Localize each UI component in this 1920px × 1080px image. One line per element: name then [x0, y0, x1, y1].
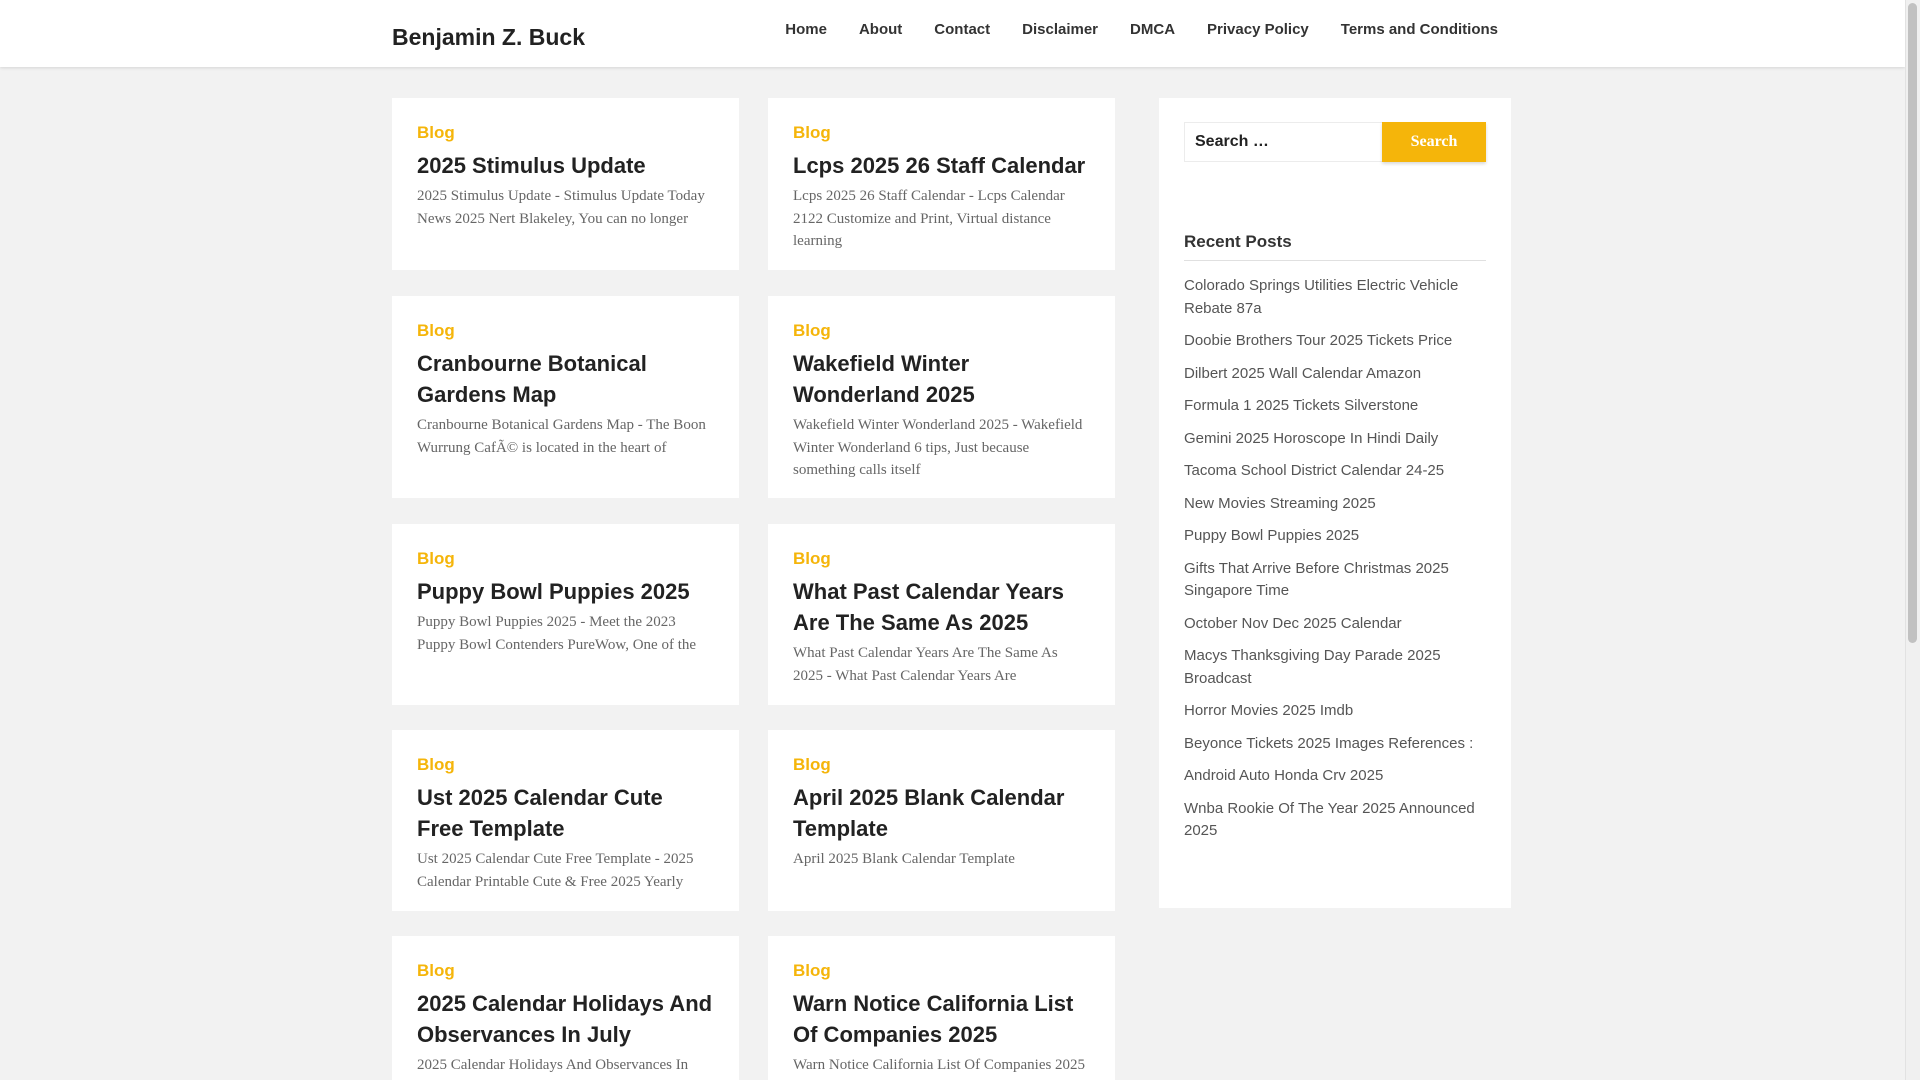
- list-item: Colorado Springs Utilities Electric Vehi…: [1184, 275, 1486, 320]
- recent-post-link[interactable]: Gemini 2025 Horoscope In Hindi Daily: [1184, 430, 1438, 447]
- list-item: Android Auto Honda Crv 2025: [1184, 765, 1486, 788]
- post-title[interactable]: Puppy Bowl Puppies 2025: [417, 576, 714, 607]
- post-excerpt: Lcps 2025 26 Staff Calendar - Lcps Calen…: [793, 188, 1065, 249]
- post-title[interactable]: Warn Notice California List Of Companies…: [793, 988, 1090, 1050]
- nav-privacy-policy[interactable]: Privacy Policy: [1191, 20, 1325, 40]
- post-category[interactable]: Blog: [417, 960, 714, 982]
- post-title[interactable]: Wakefield Winter Wonderland 2025: [793, 348, 1090, 410]
- post-excerpt: April 2025 Blank Calendar Template: [793, 851, 1015, 867]
- nav-home[interactable]: Home: [769, 20, 843, 40]
- nav-contact[interactable]: Contact: [918, 20, 1006, 40]
- nav-disclaimer[interactable]: Disclaimer: [1006, 20, 1114, 40]
- post-card: Blog Ust 2025 Calendar Cute Free Templat…: [392, 730, 739, 911]
- search-button[interactable]: Search: [1382, 122, 1486, 162]
- scrollbar-thumb[interactable]: [1908, 3, 1917, 643]
- list-item: New Movies Streaming 2025: [1184, 493, 1486, 516]
- search-input[interactable]: [1184, 122, 1382, 162]
- post-card: Blog Puppy Bowl Puppies 2025 Puppy Bowl …: [392, 524, 739, 705]
- post-excerpt: Puppy Bowl Puppies 2025 - Meet the 2023 …: [417, 614, 697, 653]
- post-category[interactable]: Blog: [417, 122, 714, 144]
- list-item: Formula 1 2025 Tickets Silverstone: [1184, 395, 1486, 418]
- site-title[interactable]: Benjamin Z. Buck: [392, 24, 585, 51]
- recent-post-link[interactable]: Horror Movies 2025 Imdb: [1184, 702, 1353, 719]
- recent-post-link[interactable]: Macys Thanksgiving Day Parade 2025 Broad…: [1184, 647, 1441, 687]
- site-header: Benjamin Z. Buck Home About Contact Disc…: [0, 0, 1905, 67]
- post-category[interactable]: Blog: [793, 320, 1090, 342]
- post-title[interactable]: April 2025 Blank Calendar Template: [793, 782, 1090, 844]
- recent-posts-list: Colorado Springs Utilities Electric Vehi…: [1184, 275, 1486, 843]
- list-item: Gifts That Arrive Before Christmas 2025 …: [1184, 558, 1486, 603]
- recent-post-link[interactable]: Gifts That Arrive Before Christmas 2025 …: [1184, 560, 1449, 600]
- list-item: Beyonce Tickets 2025 Images References :: [1184, 733, 1486, 756]
- list-item: October Nov Dec 2025 Calendar: [1184, 613, 1486, 636]
- search-form: Search: [1184, 122, 1486, 162]
- post-card: Blog What Past Calendar Years Are The Sa…: [768, 524, 1115, 705]
- post-category[interactable]: Blog: [793, 122, 1090, 144]
- list-item: Doobie Brothers Tour 2025 Tickets Price: [1184, 330, 1486, 353]
- post-category[interactable]: Blog: [793, 960, 1090, 982]
- recent-posts-title: Recent Posts: [1184, 232, 1486, 261]
- recent-post-link[interactable]: Dilbert 2025 Wall Calendar Amazon: [1184, 365, 1421, 382]
- post-excerpt: Cranbourne Botanical Gardens Map - The B…: [417, 417, 706, 456]
- post-card: Blog 2025 Calendar Holidays And Observan…: [392, 936, 739, 1080]
- post-category[interactable]: Blog: [793, 548, 1090, 570]
- post-card: Blog Wakefield Winter Wonderland 2025 Wa…: [768, 296, 1115, 498]
- sidebar: Search Recent Posts Colorado Springs Uti…: [1159, 98, 1511, 908]
- post-title[interactable]: 2025 Calendar Holidays And Observances I…: [417, 988, 714, 1050]
- recent-post-link[interactable]: Android Auto Honda Crv 2025: [1184, 767, 1383, 784]
- recent-post-link[interactable]: Colorado Springs Utilities Electric Vehi…: [1184, 277, 1458, 317]
- post-category[interactable]: Blog: [417, 320, 714, 342]
- post-title[interactable]: Cranbourne Botanical Gardens Map: [417, 348, 714, 410]
- post-excerpt: Wakefield Winter Wonderland 2025 - Wakef…: [793, 417, 1083, 478]
- list-item: Horror Movies 2025 Imdb: [1184, 700, 1486, 723]
- recent-post-link[interactable]: Puppy Bowl Puppies 2025: [1184, 527, 1359, 544]
- post-excerpt: Warn Notice California List Of Companies…: [793, 1057, 1086, 1080]
- post-excerpt: What Past Calendar Years Are The Same As…: [793, 645, 1058, 684]
- post-category[interactable]: Blog: [793, 754, 1090, 776]
- post-title[interactable]: Lcps 2025 26 Staff Calendar: [793, 150, 1090, 181]
- post-card: Blog Cranbourne Botanical Gardens Map Cr…: [392, 296, 739, 498]
- list-item: Gemini 2025 Horoscope In Hindi Daily: [1184, 428, 1486, 451]
- list-item: Macys Thanksgiving Day Parade 2025 Broad…: [1184, 645, 1486, 690]
- list-item: Wnba Rookie Of The Year 2025 Announced 2…: [1184, 798, 1486, 843]
- post-card: Blog Lcps 2025 26 Staff Calendar Lcps 20…: [768, 98, 1115, 270]
- post-card: Blog 2025 Stimulus Update 2025 Stimulus …: [392, 98, 739, 270]
- list-item: Tacoma School District Calendar 24-25: [1184, 460, 1486, 483]
- nav-about[interactable]: About: [843, 20, 918, 40]
- recent-post-link[interactable]: October Nov Dec 2025 Calendar: [1184, 615, 1402, 632]
- list-item: Dilbert 2025 Wall Calendar Amazon: [1184, 363, 1486, 386]
- post-excerpt: Ust 2025 Calendar Cute Free Template - 2…: [417, 851, 694, 890]
- list-item: Puppy Bowl Puppies 2025: [1184, 525, 1486, 548]
- post-title[interactable]: What Past Calendar Years Are The Same As…: [793, 576, 1090, 638]
- nav-terms-and-conditions[interactable]: Terms and Conditions: [1325, 20, 1498, 40]
- post-title[interactable]: Ust 2025 Calendar Cute Free Template: [417, 782, 714, 844]
- main-nav: Home About Contact Disclaimer DMCA Priva…: [769, 20, 1498, 40]
- post-category[interactable]: Blog: [417, 548, 714, 570]
- nav-dmca[interactable]: DMCA: [1114, 20, 1191, 40]
- recent-post-link[interactable]: New Movies Streaming 2025: [1184, 495, 1376, 512]
- post-excerpt: 2025 Stimulus Update - Stimulus Update T…: [417, 188, 705, 227]
- post-category[interactable]: Blog: [417, 754, 714, 776]
- recent-post-link[interactable]: Tacoma School District Calendar 24-25: [1184, 462, 1444, 479]
- post-card: Blog April 2025 Blank Calendar Template …: [768, 730, 1115, 911]
- recent-post-link[interactable]: Formula 1 2025 Tickets Silverstone: [1184, 397, 1418, 414]
- recent-post-link[interactable]: Beyonce Tickets 2025 Images References :: [1184, 735, 1473, 752]
- recent-post-link[interactable]: Doobie Brothers Tour 2025 Tickets Price: [1184, 332, 1452, 349]
- post-title[interactable]: 2025 Stimulus Update: [417, 150, 714, 181]
- post-excerpt: 2025 Calendar Holidays And Observances I…: [417, 1057, 689, 1080]
- post-card: Blog Warn Notice California List Of Comp…: [768, 936, 1115, 1080]
- recent-post-link[interactable]: Wnba Rookie Of The Year 2025 Announced 2…: [1184, 800, 1475, 840]
